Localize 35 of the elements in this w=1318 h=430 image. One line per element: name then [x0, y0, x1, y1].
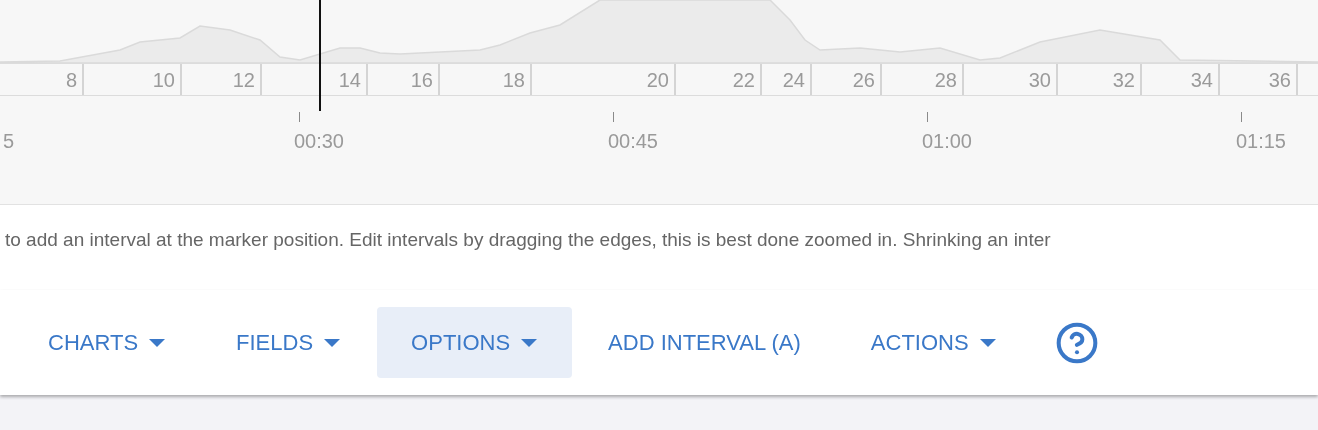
interval-segment[interactable]: 16 [368, 64, 440, 95]
time-label: 01:00 [921, 129, 972, 154]
interval-segment[interactable]: 32 [1058, 64, 1142, 95]
interval-segment[interactable]: 24 [762, 64, 812, 95]
interval-segment[interactable]: 8 [0, 64, 84, 95]
tick-mark [299, 112, 300, 122]
caret-icon [978, 337, 997, 348]
menu-button[interactable]: CHARTS [14, 307, 201, 378]
hint-text: to add an interval at the marker position. Edit intervals by dragging the edges, this is best done zoomed in. Shrinking an inter [5, 229, 1051, 250]
interval-segment[interactable]: 26 [812, 64, 882, 95]
tick-mark [1241, 112, 1242, 122]
menu-button[interactable]: ACTIONS [836, 307, 1031, 378]
menu-button[interactable]: FIELDS [202, 307, 376, 378]
interval-segment[interactable]: 30 [964, 64, 1058, 95]
interval-segment[interactable]: 20 [532, 64, 676, 95]
help-icon [1054, 320, 1099, 365]
caret-icon [520, 337, 539, 348]
caret-icon [323, 337, 342, 348]
time-label: 00:30 [293, 129, 344, 154]
tick-mark [927, 112, 928, 122]
marker-line[interactable] [319, 0, 321, 111]
interval-segment[interactable]: 28 [882, 64, 964, 95]
interval-segment[interactable]: 18 [440, 64, 532, 95]
time-label: 5 [2, 129, 14, 154]
caret-icon [148, 337, 167, 348]
tick-mark [613, 112, 614, 122]
time-label: 00:45 [607, 129, 658, 154]
interval-segment[interactable]: 34 [1142, 64, 1220, 95]
time-label: 01:15 [1235, 129, 1286, 154]
interval-segment[interactable]: 22 [676, 64, 762, 95]
menu-button[interactable]: OPTIONS [377, 307, 573, 378]
add-interval-button[interactable]: ADD INTERVAL (A) [574, 307, 835, 378]
interval-segment[interactable]: 36 [1220, 64, 1298, 95]
interval-segment[interactable]: 12 [182, 64, 262, 95]
interval-segment[interactable]: 10 [84, 64, 182, 95]
